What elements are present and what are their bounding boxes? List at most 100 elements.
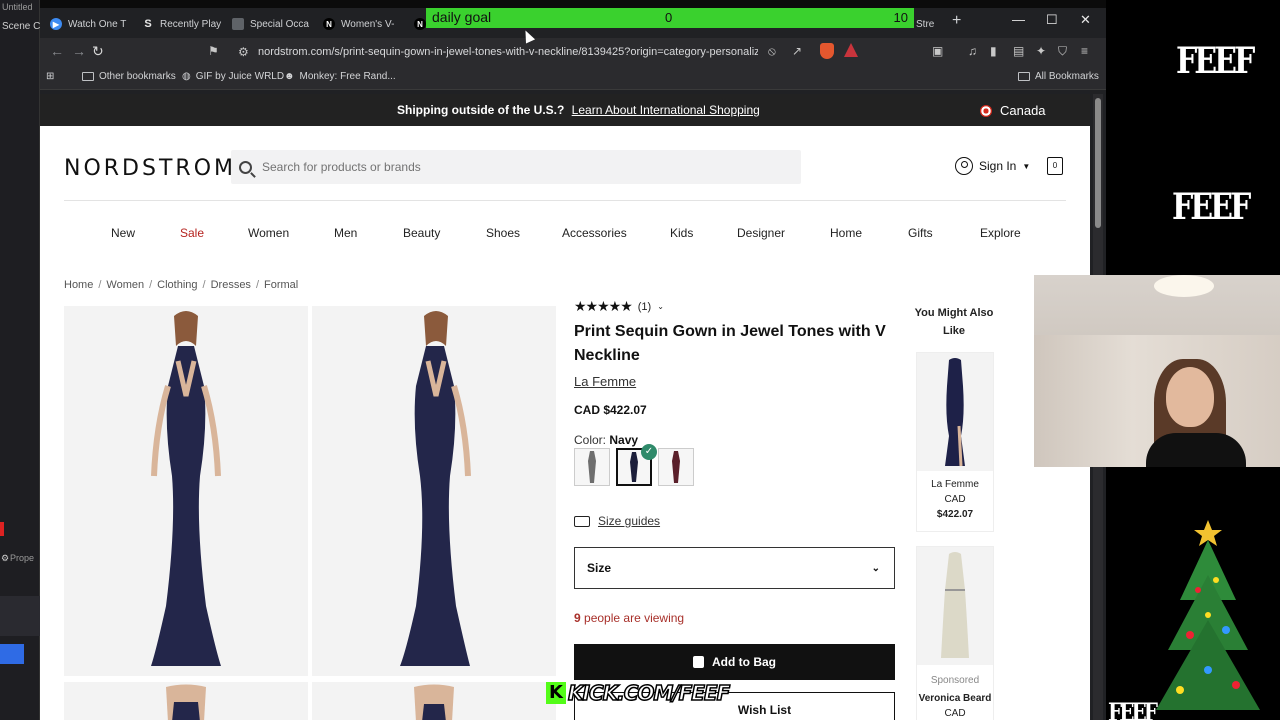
color-value: Navy — [609, 433, 639, 447]
obs-selected-item[interactable] — [0, 644, 24, 664]
size-select[interactable]: Size ⌄ — [574, 547, 895, 589]
selected-check-icon: ✓ — [641, 444, 657, 460]
tab-womens[interactable]: N Women's V- — [323, 12, 403, 36]
obs-scene: Scene C — [2, 21, 41, 32]
bookmark-label: Other bookmarks — [99, 71, 176, 82]
dress-thumb-icon — [588, 451, 596, 483]
international-shopping-link[interactable]: Learn About International Shopping — [572, 103, 760, 117]
breadcrumb-formal[interactable]: Formal — [264, 279, 298, 291]
shopping-bag-icon[interactable]: 0 — [1047, 157, 1063, 175]
search-bar[interactable] — [231, 150, 801, 184]
web-page: Shipping outside of the U.S.? Learn Abou… — [40, 94, 1090, 720]
tab-special-occasion[interactable]: Special Occa — [232, 12, 312, 36]
breadcrumb-clothing[interactable]: Clothing — [157, 279, 197, 291]
recommendation-image — [917, 547, 993, 665]
share-icon[interactable]: ↗ — [792, 44, 802, 58]
bookmark-other[interactable]: Other bookmarks — [82, 71, 176, 82]
goal-max: 10 — [893, 10, 908, 25]
nav-gifts[interactable]: Gifts — [908, 226, 933, 240]
obs-panel-block — [0, 596, 40, 636]
product-image-back[interactable] — [64, 682, 308, 720]
menu-icon[interactable]: ≡ — [1081, 44, 1088, 58]
folder-icon — [1018, 72, 1030, 81]
nav-shoes[interactable]: Shoes — [486, 226, 520, 240]
nav-beauty[interactable]: Beauty — [403, 226, 440, 240]
ai-icon[interactable]: ✦ — [1036, 44, 1046, 58]
bookmark-icon[interactable]: ⚑ — [208, 44, 219, 58]
scrollbar-thumb[interactable] — [1095, 98, 1101, 228]
obs-properties[interactable]: Prope — [10, 553, 34, 563]
star-rating-icon: ★★★★★ — [574, 298, 633, 314]
tab-label: Recently Play — [160, 18, 222, 30]
wallet-icon[interactable]: ▤ — [1013, 44, 1024, 58]
recommendation-card[interactable]: Sponsored Veronica Beard CAD — [916, 546, 994, 720]
sign-in-button[interactable]: Sign In ▼ — [955, 157, 1030, 175]
back-button[interactable]: ← — [50, 43, 64, 59]
new-tab-button[interactable]: + — [952, 12, 961, 30]
no-camera-icon[interactable]: ⦸ — [768, 44, 776, 59]
country-selector[interactable]: Canada — [980, 103, 1046, 118]
tab-stream[interactable]: Stre — [916, 12, 940, 36]
nav-new[interactable]: New — [111, 226, 135, 240]
bookmark-all[interactable]: All Bookmarks — [1018, 71, 1099, 82]
viewing-count: 9 — [574, 611, 581, 625]
obs-panel: Untitled Scene C ⚙ Prope — [0, 0, 40, 720]
nordstrom-n-icon: N — [323, 18, 335, 30]
nordstrom-logo[interactable]: NORDSTROM — [64, 156, 236, 181]
dress-image — [941, 552, 969, 658]
breadcrumb-home[interactable]: Home — [64, 279, 93, 291]
close-button[interactable]: ✕ — [1080, 12, 1091, 28]
product-image-side[interactable] — [312, 306, 556, 676]
nav-kids[interactable]: Kids — [670, 226, 693, 240]
breadcrumb-women[interactable]: Women — [106, 279, 144, 291]
chevron-down-icon: ⌄ — [657, 302, 664, 311]
minimize-button[interactable]: — — [1012, 12, 1025, 27]
gear-icon[interactable]: ⚙ — [1, 553, 9, 564]
color-swatch-grey[interactable] — [574, 448, 610, 486]
site-info-icon[interactable]: ⚙ — [238, 45, 249, 59]
browser-window: ▶ Watch One T S Recently Play Special Oc… — [40, 8, 1106, 720]
recommendation-card[interactable]: La Femme CAD $422.07 — [916, 352, 994, 532]
nav-sale[interactable]: Sale — [180, 226, 204, 240]
product-brand-link[interactable]: La Femme — [574, 374, 636, 389]
nav-accessories[interactable]: Accessories — [562, 226, 627, 240]
nav-women[interactable]: Women — [248, 226, 289, 240]
recommendation-brand: Veronica Beard — [918, 693, 992, 704]
product-image-detail[interactable] — [312, 682, 556, 720]
add-to-bag-button[interactable]: Add to Bag — [574, 644, 895, 680]
vpn-icon[interactable]: ⛉ — [1058, 44, 1067, 59]
tab-watch[interactable]: ▶ Watch One T — [50, 12, 130, 36]
ruler-icon — [574, 515, 590, 527]
streamer-face — [1166, 367, 1214, 427]
bookmark-gif[interactable]: ◍ GIF by Juice WRLD — [182, 71, 284, 82]
bookmarks-bar: ⊞ Other bookmarks ◍ GIF by Juice WRLD ☻ … — [40, 66, 1106, 90]
product-image-front[interactable] — [64, 306, 308, 676]
tab-label: Stre — [916, 18, 935, 30]
brave-shield-icon[interactable] — [820, 43, 834, 59]
dress-image — [151, 311, 221, 666]
apps-icon[interactable]: ⊞ — [46, 71, 54, 82]
tab-label: Women's V- — [341, 18, 395, 30]
screenshot-icon[interactable]: ▣ — [932, 44, 943, 58]
nav-home[interactable]: Home — [830, 226, 862, 240]
media-icon[interactable]: ♫ — [968, 44, 977, 58]
forward-button[interactable]: → — [72, 43, 86, 59]
header-divider — [64, 200, 1066, 201]
nav-explore[interactable]: Explore — [980, 226, 1021, 240]
maximize-button[interactable]: ☐ — [1046, 12, 1058, 28]
goal-label: daily goal — [432, 9, 492, 25]
wish-list-label: Wish List — [737, 703, 792, 717]
nav-designer[interactable]: Designer — [737, 226, 785, 240]
search-input[interactable] — [262, 160, 782, 174]
reload-button[interactable]: ↻ — [92, 43, 104, 60]
add-to-bag-label: Add to Bag — [712, 655, 776, 669]
color-swatch-burgundy[interactable] — [658, 448, 694, 486]
bookmark-monkey[interactable]: ☻ Monkey: Free Rand... — [284, 71, 396, 82]
record-indicator — [0, 522, 4, 536]
sidebar-icon[interactable]: ▮ — [990, 44, 997, 58]
size-guides-link[interactable]: Size guides — [574, 514, 660, 528]
tab-recently-played[interactable]: S Recently Play — [142, 12, 222, 36]
product-rating[interactable]: ★★★★★ (1) ⌄ — [574, 298, 664, 315]
breadcrumb-dresses[interactable]: Dresses — [211, 279, 251, 291]
nav-men[interactable]: Men — [334, 226, 357, 240]
